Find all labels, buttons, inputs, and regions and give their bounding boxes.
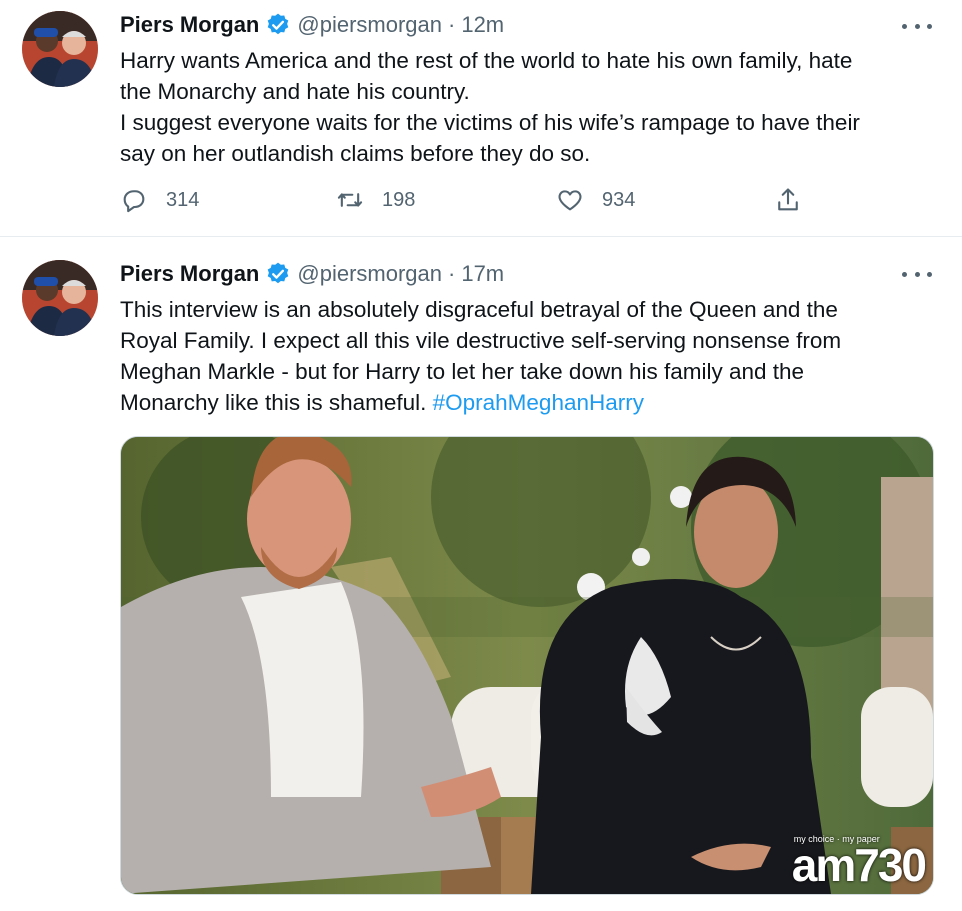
watermark-text: am730 [791,839,927,891]
avatar[interactable] [22,260,98,336]
display-name[interactable]: Piers Morgan [120,12,259,38]
handle[interactable]: @piersmorgan [297,261,442,287]
avatar[interactable] [22,11,98,87]
more-icon[interactable] [902,264,932,284]
handle[interactable]: @piersmorgan [297,12,442,38]
like-button[interactable]: 934 [556,186,635,214]
tweet-text-line: Meghan Markle - but for Harry to let her… [120,359,805,384]
tweet[interactable]: Piers Morgan @piersmorgan · 17m This int… [0,236,962,911]
tweet-text-line: say on her outlandish claims before they… [120,141,591,166]
tweet-text-line: This interview is an absolutely disgrace… [120,297,838,322]
tweet[interactable]: Piers Morgan @piersmorgan · 12m Harry wa… [0,0,962,236]
tweet-media-image[interactable]: my choice · my paper am730 [120,436,934,895]
like-count: 934 [602,188,636,211]
retweet-icon [337,193,363,207]
retweet-count: 198 [382,188,416,211]
verified-badge-icon [265,12,291,38]
tweet-text: Harry wants America and the rest of the … [120,45,930,169]
reply-count: 314 [166,188,200,211]
watermark-tagline: my choice · my paper [793,834,880,844]
watermark-logo: my choice · my paper am730 [791,834,927,892]
tweet-text-line: the Monarchy and hate his country. [120,79,470,104]
tweet-text-segment: Monarchy like this is shameful. [120,390,433,415]
more-icon[interactable] [902,16,932,36]
tweet-text-line: Royal Family. I expect all this vile des… [120,328,842,353]
separator-dot: · [448,261,456,286]
verified-badge-icon [265,261,291,287]
action-bar: 314 198 934 [120,186,820,218]
share-icon [778,188,798,211]
share-button[interactable] [774,186,802,214]
hashtag-link[interactable]: #OprahMeghanHarry [433,390,644,415]
reply-button[interactable]: 314 [120,186,199,214]
tweet-text-line: Harry wants America and the rest of the … [120,48,853,73]
separator-dot: · [448,12,456,37]
timestamp[interactable]: 12m [461,12,504,38]
timestamp[interactable]: 17m [461,261,504,287]
tweet-text-line: Monarchy like this is shameful. #OprahMe… [120,387,930,418]
tweet-text-line: I suggest everyone waits for the victims… [120,110,860,135]
display-name[interactable]: Piers Morgan [120,261,259,287]
reply-icon [123,190,145,213]
heart-icon [558,190,582,211]
retweet-button[interactable]: 198 [336,186,415,214]
tweet-text: This interview is an absolutely disgrace… [120,294,930,418]
